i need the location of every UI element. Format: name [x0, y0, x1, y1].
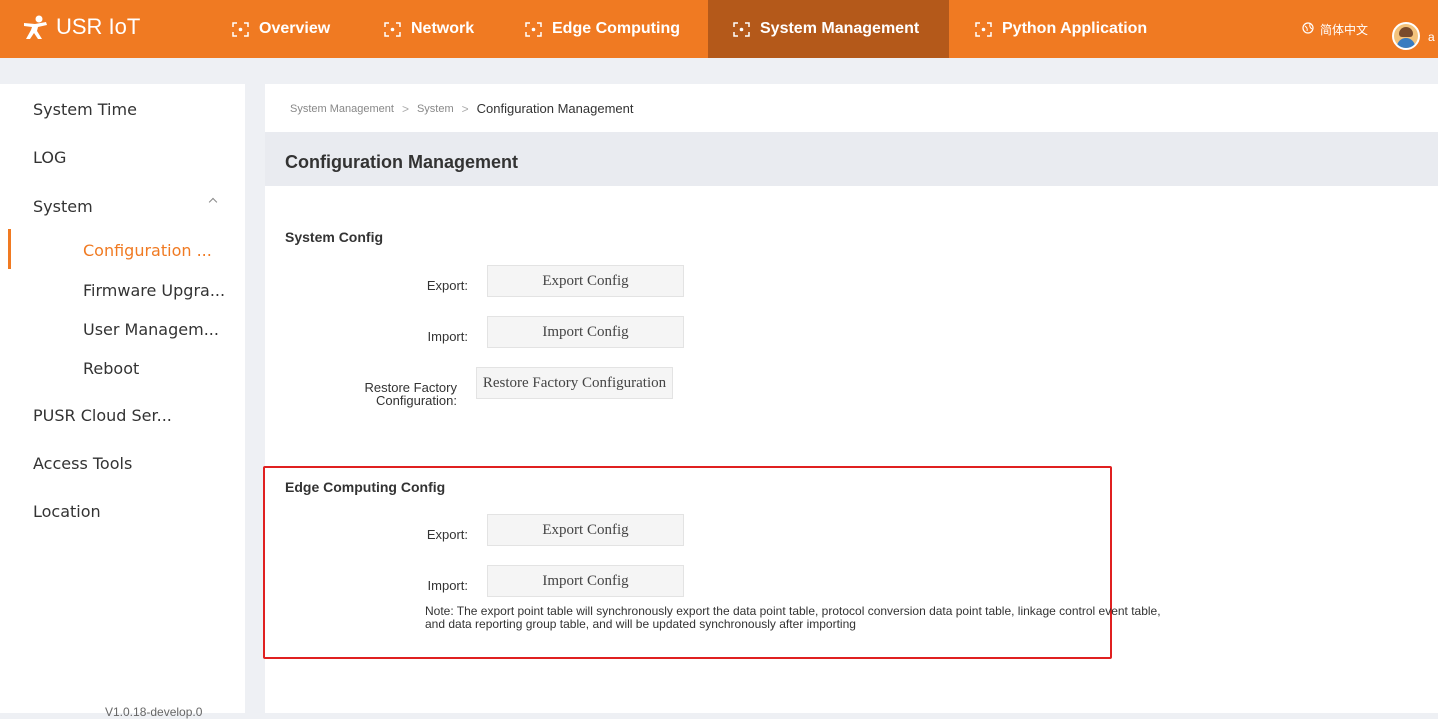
chevron-right-icon: > [401, 101, 409, 116]
nav-edge-computing[interactable]: Edge Computing [525, 0, 692, 58]
nav-system-management[interactable]: System Management [708, 0, 949, 58]
sidebar-item-log[interactable]: LOG [33, 148, 66, 167]
restore-factory-label: Restore Factory Configuration: [364, 380, 457, 408]
page-header: Configuration Management [265, 132, 1438, 186]
nav-network[interactable]: Network [384, 0, 486, 58]
top-navbar: USR IoT Overview Network Edge Computing … [0, 0, 1438, 58]
export-label: Export: [426, 278, 468, 293]
scan-icon [232, 21, 249, 37]
sidebar-item-location[interactable]: Location [33, 502, 101, 521]
import-label: Import: [427, 578, 468, 593]
scan-icon [975, 21, 992, 37]
breadcrumb-item[interactable]: System Management [290, 103, 394, 115]
nav-edge-computing-label: Edge Computing [552, 20, 680, 37]
usr-logo-icon [24, 15, 47, 39]
sidebar-item-pusr-cloud[interactable]: PUSR Cloud Ser... [33, 406, 172, 425]
export-label: Export: [426, 527, 468, 542]
language-label: 简体中文 [1320, 22, 1369, 37]
chevron-up-icon[interactable] [208, 197, 218, 207]
active-indicator [8, 229, 11, 269]
language-switcher[interactable]: 简体中文 [1302, 0, 1368, 58]
edge-config-note: Note: The export point table will synchr… [425, 604, 1161, 631]
sidebar-item-system[interactable]: System [33, 197, 93, 216]
nav-overview-label: Overview [259, 20, 331, 37]
restore-factory-button[interactable]: Restore Factory Configuration [476, 367, 673, 399]
nav-overview[interactable]: Overview [232, 0, 342, 58]
scan-icon [525, 21, 542, 37]
sidebar-item-firmware-upgrade[interactable]: Firmware Upgra... [83, 281, 225, 300]
breadcrumb-item[interactable]: System [417, 103, 454, 115]
scan-icon [733, 21, 750, 37]
import-config-button[interactable]: Import Config [487, 316, 684, 348]
nav-system-management-label: System Management [760, 20, 920, 37]
version-label: V1.0.18-develop.0 [105, 705, 203, 719]
sidebar-item-system-time[interactable]: System Time [33, 100, 137, 119]
breadcrumb-current: Configuration Management [476, 101, 634, 116]
scan-icon [384, 21, 401, 37]
breadcrumb: System Management > System > Configurati… [290, 101, 633, 116]
user-avatar[interactable] [1392, 22, 1420, 50]
main-content: System Config Export: Export Config Impo… [263, 186, 1438, 713]
sidebar-item-reboot[interactable]: Reboot [83, 359, 139, 378]
sidebar: System Time LOG System Configuration ...… [0, 84, 245, 719]
logo[interactable]: USR IoT [22, 14, 140, 40]
sidebar-item-user-management[interactable]: User Managem... [83, 320, 219, 339]
chevron-right-icon: > [461, 101, 469, 116]
edge-export-config-button[interactable]: Export Config [487, 514, 684, 546]
user-name[interactable]: a [1428, 30, 1435, 44]
edge-import-config-button[interactable]: Import Config [487, 565, 684, 597]
sidebar-item-configuration-management[interactable]: Configuration ... [83, 241, 212, 260]
breadcrumb-bar: System Management > System > Configurati… [265, 84, 1438, 132]
nav-python-application-label: Python Application [1002, 20, 1148, 37]
import-label: Import: [427, 329, 468, 344]
nav-network-label: Network [411, 20, 475, 37]
sidebar-item-access-tools[interactable]: Access Tools [33, 454, 132, 473]
system-config-title: System Config [285, 229, 384, 245]
edge-config-title: Edge Computing Config [285, 479, 446, 495]
globe-icon [1302, 21, 1314, 37]
nav-python-application[interactable]: Python Application [975, 0, 1159, 58]
logo-text: USR IoT [56, 14, 141, 39]
export-config-button[interactable]: Export Config [487, 265, 684, 297]
page-title: Configuration Management [285, 152, 518, 172]
